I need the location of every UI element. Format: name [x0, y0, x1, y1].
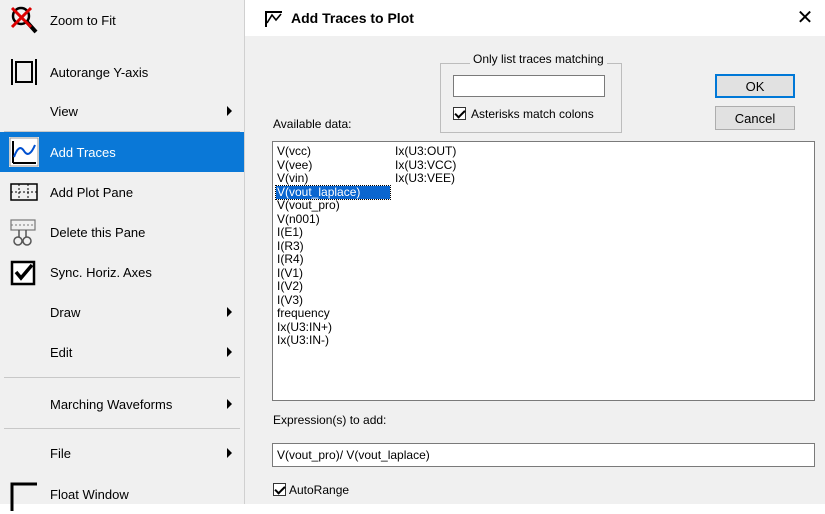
trace-filter-input[interactable] [453, 75, 605, 97]
menu-item-label: Delete this Pane [50, 224, 146, 240]
checkmark-icon [10, 260, 36, 286]
available-data-list[interactable]: V(vcc) V(vee) V(vin) V(vout_laplace) V(vout_… [272, 141, 815, 401]
trace-list-item[interactable]: I(R3) [276, 239, 390, 254]
ok-button[interactable]: OK [715, 74, 795, 98]
filter-groupbox [440, 63, 622, 133]
trace-list-item[interactable]: I(V3) [276, 293, 390, 308]
asterisk-checkbox-label: Asterisks match colons [471, 107, 594, 121]
trace-list-item[interactable]: Ix(U3:VCC) [394, 158, 457, 173]
add-traces-icon [9, 137, 39, 167]
trace-list-item[interactable]: V(vin) [276, 171, 390, 186]
submenu-arrow-icon [227, 106, 232, 116]
trace-list-item[interactable]: V(vout_pro) [276, 198, 390, 213]
close-button[interactable]: ✕ [793, 6, 817, 30]
menu-item-label: Float Window [50, 486, 129, 502]
submenu-arrow-icon [227, 448, 232, 458]
menu-item-add-traces[interactable]: Add Traces [0, 132, 244, 172]
context-menu: Zoom to Fit Autorange Y-axis View Add Tr… [0, 0, 245, 511]
trace-list-item[interactable]: V(vee) [276, 158, 390, 173]
trace-list-item[interactable]: V(n001) [276, 212, 390, 227]
menu-separator [4, 428, 240, 429]
menu-item-delete-pane[interactable]: Delete this Pane [0, 212, 244, 252]
float-window-icon [10, 482, 37, 511]
menu-item-file[interactable]: File [0, 433, 244, 473]
add-traces-dialog: Add Traces to Plot ✕ Only list traces ma… [245, 0, 825, 504]
expression-label: Expression(s) to add: [273, 413, 387, 427]
trace-list-item[interactable]: I(E1) [276, 225, 390, 240]
submenu-arrow-icon [227, 399, 232, 409]
expression-input[interactable]: V(vout_pro)/ V(vout_laplace) [272, 443, 815, 467]
zoom-to-fit-icon [10, 6, 38, 34]
add-traces-title-icon [265, 11, 282, 27]
menu-item-label: Sync. Horiz. Axes [50, 264, 152, 280]
menu-item-draw[interactable]: Draw [0, 292, 244, 332]
autorange-label: AutoRange [289, 483, 350, 497]
asterisk-checkbox[interactable] [453, 107, 466, 120]
trace-column-1: V(vcc) V(vee) V(vin) V(vout_laplace) V(vout_… [275, 144, 391, 348]
menu-item-autorange[interactable]: Autorange Y-axis [0, 52, 244, 92]
menu-separator [4, 377, 240, 378]
menu-item-label: Marching Waveforms [50, 396, 173, 412]
trace-list-item[interactable]: I(R4) [276, 252, 390, 267]
menu-item-label: View [50, 103, 78, 119]
menu-item-label: Autorange Y-axis [50, 64, 149, 80]
autorange-checkbox[interactable] [273, 483, 286, 496]
add-plot-pane-icon [10, 183, 38, 201]
available-data-label: Available data: [273, 117, 352, 131]
submenu-arrow-icon [227, 307, 232, 317]
menu-item-label: Zoom to Fit [50, 12, 116, 28]
cancel-button[interactable]: Cancel [715, 106, 795, 130]
trace-column-2: Ix(U3:OUT) Ix(U3:VCC) Ix(U3:VEE) [394, 144, 457, 186]
trace-list-item[interactable]: V(vout_laplace) [275, 184, 391, 200]
menu-item-edit[interactable]: Edit [0, 332, 244, 372]
trace-list-item[interactable]: frequency [276, 306, 390, 321]
menu-item-add-plot-pane[interactable]: Add Plot Pane [0, 172, 244, 212]
trace-list-item[interactable]: Ix(U3:OUT) [394, 144, 457, 159]
menu-item-float-window[interactable]: Float Window [0, 474, 244, 514]
trace-list-item[interactable]: Ix(U3:IN-) [276, 333, 390, 348]
trace-list-item[interactable]: Ix(U3:IN+) [276, 320, 390, 335]
menu-item-zoom-to-fit[interactable]: Zoom to Fit [0, 0, 244, 40]
dialog-title: Add Traces to Plot [291, 10, 414, 26]
submenu-arrow-icon [227, 347, 232, 357]
menu-item-label: Add Plot Pane [50, 184, 134, 200]
filter-legend: Only list traces matching [470, 52, 607, 66]
menu-item-label: Edit [50, 344, 73, 360]
autorange-icon [11, 59, 37, 85]
trace-list-item[interactable]: Ix(U3:VEE) [394, 171, 457, 186]
menu-item-label: Add Traces [50, 144, 116, 160]
menu-item-label: File [50, 445, 71, 461]
trace-list-item[interactable]: I(V1) [276, 266, 390, 281]
dialog-titlebar: Add Traces to Plot ✕ [245, 0, 825, 36]
menu-item-marching-waveforms[interactable]: Marching Waveforms [0, 384, 244, 424]
menu-item-label: Draw [50, 304, 81, 320]
trace-list-item[interactable]: I(V2) [276, 279, 390, 294]
menu-item-view[interactable]: View [0, 91, 244, 131]
menu-item-sync-horiz-axes[interactable]: Sync. Horiz. Axes [0, 252, 244, 292]
delete-pane-icon [10, 219, 36, 246]
trace-list-item[interactable]: V(vcc) [276, 144, 390, 159]
